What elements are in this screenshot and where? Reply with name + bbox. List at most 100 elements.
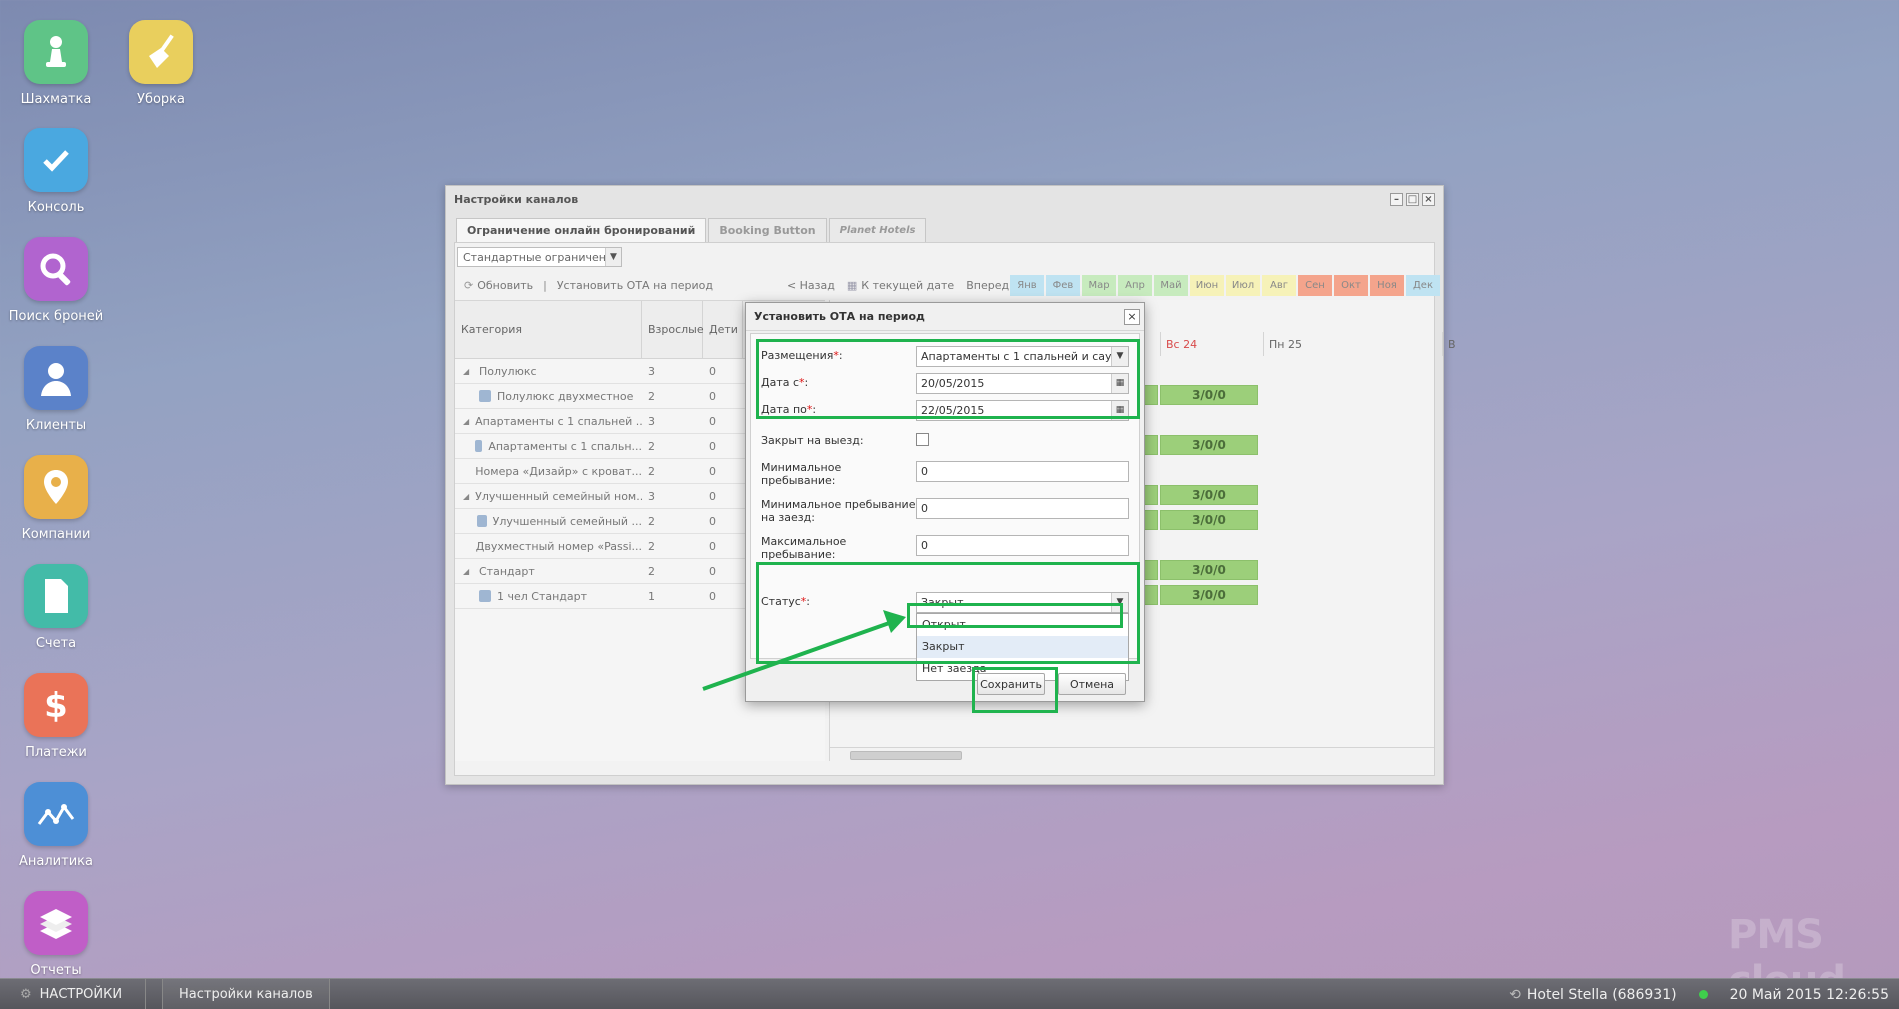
month-button[interactable]: Ноя [1370, 275, 1404, 296]
children-cell: 0 [709, 539, 716, 553]
adults-cell: 2 [648, 464, 655, 478]
calendar-picker-icon[interactable]: ▦ [1111, 374, 1128, 393]
tab-booking-button[interactable]: Booking Button [708, 218, 827, 242]
gear-icon: ⚙ [20, 986, 32, 1002]
desktop-icon-checkmark[interactable]: Консоль [0, 128, 112, 215]
expand-triangle-icon[interactable]: ◢ [463, 417, 469, 426]
horizontal-scrollbar[interactable] [830, 747, 1434, 761]
status-option-open[interactable]: Открыт [917, 614, 1128, 636]
tab-online-booking-limits[interactable]: Ограничение онлайн бронирований [456, 218, 707, 242]
month-button[interactable]: Апр [1118, 275, 1152, 296]
expand-triangle-icon[interactable]: ◢ [463, 567, 473, 576]
children-cell: 0 [709, 464, 716, 478]
toolbar-separator: | [543, 278, 547, 292]
month-button[interactable]: Мар [1082, 275, 1116, 296]
back-label: < Назад [786, 278, 835, 292]
scrollbar-thumb[interactable] [850, 751, 962, 760]
desktop-icon-map-pin[interactable]: Компании [0, 455, 112, 542]
desktop-icon-dollar[interactable]: $ Платежи [0, 673, 112, 760]
date-from-field[interactable]: 20/05/2015 ▦ [916, 373, 1129, 394]
chevron-down-icon[interactable]: ▼ [605, 248, 621, 266]
restrictions-select[interactable]: Стандартные ограничения ▼ [457, 247, 622, 267]
refresh-button[interactable]: ⟳ Обновить [458, 279, 539, 292]
date-from-label: Дата с*: [761, 376, 808, 389]
month-button[interactable]: Июн [1190, 275, 1224, 296]
children-cell: 0 [709, 414, 716, 428]
set-ota-button[interactable]: Установить ОТА на период [551, 279, 719, 292]
taskbar-item-channel-settings[interactable]: Настройки каналов [162, 978, 330, 1009]
cancel-button[interactable]: Отмена [1058, 673, 1126, 695]
close-icon[interactable]: × [1422, 192, 1435, 206]
adults-cell: 2 [648, 564, 655, 578]
expand-triangle-icon[interactable]: ◢ [463, 492, 469, 501]
status-select-value: Закрыт [921, 596, 964, 609]
children-cell: 0 [709, 439, 716, 453]
set-ota-label: Установить ОТА на период [556, 278, 713, 292]
chevron-down-icon[interactable]: ▼ [1111, 593, 1128, 612]
availability-cell[interactable]: 3/0/0 [1160, 510, 1258, 530]
expand-triangle-icon[interactable]: ◢ [463, 367, 473, 376]
chess-pawn-icon [24, 20, 88, 84]
room-icon [479, 590, 491, 602]
availability-cell[interactable]: 3/0/0 [1160, 435, 1258, 455]
desktop-icon-chess-pawn[interactable]: Шахматка [0, 20, 112, 107]
availability-cell[interactable]: 3/0/0 [1160, 485, 1258, 505]
dialog-close-icon[interactable]: × [1124, 309, 1140, 325]
month-button[interactable]: Дек [1406, 275, 1440, 296]
min-arrival-label-line2: на заезд: [761, 511, 815, 524]
placement-select[interactable]: Апартаменты с 1 спальней и сауной ▼ [916, 346, 1129, 367]
column-header-children[interactable]: Дети [703, 301, 743, 358]
label-colon: : [838, 349, 843, 362]
calendar-picker-icon[interactable]: ▦ [1111, 401, 1128, 420]
taskbar: ⚙ НАСТРОЙКИ Настройки каналов ⟲ Hotel St… [0, 978, 1899, 1009]
tab-planet-hotels[interactable]: Planet Hotels [828, 218, 927, 242]
desktop-icon-broom[interactable]: Уборка [105, 20, 217, 107]
category-name: Полулюкс двухместное [497, 389, 634, 403]
month-button[interactable]: Янв [1010, 275, 1044, 296]
back-button[interactable]: < Назад [781, 279, 841, 292]
maximize-icon[interactable]: □ [1406, 192, 1419, 206]
min-arrival-stay-input[interactable]: 0 [916, 498, 1129, 519]
category-name: Номера «Дизайр» с кроват... [475, 464, 642, 478]
category-cell: Улучшенный семейный ... [455, 515, 642, 528]
category-cell: ◢ Апартаменты с 1 спальней ... [455, 415, 642, 428]
placement-label: Размещения*: [761, 349, 843, 362]
column-header-category[interactable]: Категория [455, 301, 642, 358]
month-selector: Янв Фев Мар Апр Май Июн Июл Авг Сен Окт Ноя Дек [1010, 275, 1440, 296]
month-button[interactable]: Авг [1262, 275, 1296, 296]
minimize-icon[interactable]: – [1390, 192, 1403, 206]
month-button[interactable]: Май [1154, 275, 1188, 296]
closed-exit-checkbox[interactable] [916, 433, 929, 446]
save-button[interactable]: Сохранить [977, 673, 1045, 695]
month-button[interactable]: Окт [1334, 275, 1368, 296]
min-arrival-label-line1: Минимальное пребывание [761, 498, 916, 511]
magnifier-icon [24, 237, 88, 301]
settings-start-button[interactable]: ⚙ НАСТРОЙКИ [0, 978, 146, 1009]
chevron-down-icon[interactable]: ▼ [1111, 347, 1128, 366]
window-titlebar[interactable]: Настройки каналов – □ × [446, 186, 1443, 212]
desktop-icon-magnifier[interactable]: Поиск броней [0, 237, 112, 324]
set-ota-dialog[interactable]: Установить ОТА на период × Размещения*: … [745, 302, 1145, 702]
status-select[interactable]: Закрыт ▼ [916, 592, 1129, 613]
status-option-closed[interactable]: Закрыт [917, 636, 1128, 658]
desktop-icon-document[interactable]: Счета [0, 564, 112, 651]
column-header-adults[interactable]: Взрослые [642, 301, 704, 358]
desktop-icon-person[interactable]: Клиенты [0, 346, 112, 433]
dollar-icon: $ [24, 673, 88, 737]
desktop-icon-books[interactable]: Отчеты [0, 891, 112, 978]
date-to-field[interactable]: 22/05/2015 ▦ [916, 400, 1129, 421]
availability-cell[interactable]: 3/0/0 [1160, 560, 1258, 580]
min-stay-input[interactable]: 0 [916, 461, 1129, 482]
today-button[interactable]: ▦ К текущей дате [841, 279, 960, 292]
children-cell: 0 [709, 514, 716, 528]
month-button[interactable]: Июл [1226, 275, 1260, 296]
max-stay-input[interactable]: 0 [916, 535, 1129, 556]
availability-cell[interactable]: 3/0/0 [1160, 385, 1258, 405]
month-button[interactable]: Фев [1046, 275, 1080, 296]
month-button[interactable]: Сен [1298, 275, 1332, 296]
desktop-icon-label: Шахматка [20, 92, 92, 107]
hotel-info[interactable]: ⟲ Hotel Stella (686931) [1509, 987, 1676, 1003]
desktop-icon-chart[interactable]: Аналитика [0, 782, 112, 869]
label-colon: : [804, 376, 809, 389]
availability-cell[interactable]: 3/0/0 [1160, 585, 1258, 605]
